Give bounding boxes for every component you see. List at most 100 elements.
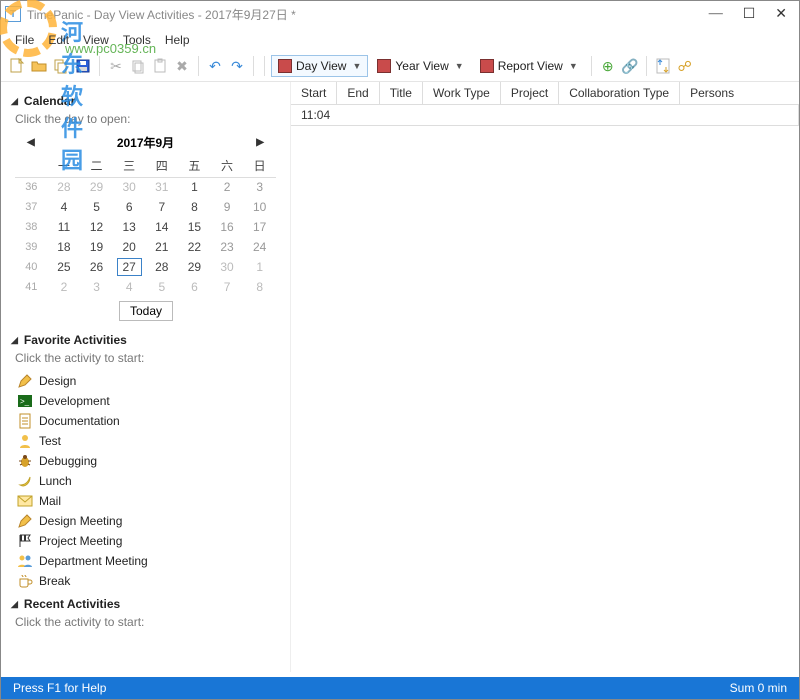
menu-file[interactable]: File (9, 31, 40, 49)
favorite-item[interactable]: Mail (17, 491, 280, 511)
recent-hint: Click the activity to start: (15, 615, 280, 629)
calendar-day[interactable]: 23 (211, 237, 244, 257)
calendar-day[interactable]: 29 (178, 257, 211, 277)
add-icon[interactable]: ⊕ (598, 56, 618, 76)
save-icon[interactable] (73, 56, 93, 76)
minimize-button[interactable]: — (709, 6, 723, 23)
favorite-item[interactable]: Design (17, 371, 280, 391)
new-icon[interactable] (7, 56, 27, 76)
calendar-day[interactable]: 28 (48, 177, 81, 197)
copy-icon[interactable] (51, 56, 71, 76)
calendar-day[interactable]: 6 (178, 277, 211, 297)
favorite-item[interactable]: Department Meeting (17, 551, 280, 571)
column-header[interactable]: Start (291, 82, 337, 104)
column-header[interactable]: Title (380, 82, 423, 104)
favorite-label: Department Meeting (39, 554, 148, 568)
calendar-day[interactable]: 20 (113, 237, 146, 257)
calendar-day[interactable]: 22 (178, 237, 211, 257)
calendar-day[interactable]: 6 (113, 197, 146, 217)
calendar-day[interactable]: 5 (80, 197, 113, 217)
close-button[interactable]: ✕ (775, 6, 787, 23)
menu-view[interactable]: View (77, 31, 115, 49)
redo-icon[interactable]: ↷ (227, 56, 247, 76)
calendar-day[interactable]: 19 (80, 237, 113, 257)
updown-icon[interactable] (653, 56, 673, 76)
recent-section-header[interactable]: ◢ Recent Activities (11, 597, 280, 611)
chain-icon[interactable]: ☍ (675, 56, 695, 76)
maximize-button[interactable]: ☐ (743, 6, 756, 23)
calendar-day[interactable]: 8 (243, 277, 276, 297)
calendar-day[interactable]: 7 (211, 277, 244, 297)
calendar-day[interactable]: 14 (146, 217, 179, 237)
calendar-day[interactable]: 8 (178, 197, 211, 217)
calendar-day[interactable]: 2 (211, 177, 244, 197)
calendar-day[interactable]: 13 (113, 217, 146, 237)
column-header[interactable]: Persons (680, 82, 744, 104)
day-view-button[interactable]: Day View ▼ (271, 55, 368, 77)
favorite-item[interactable]: Debugging (17, 451, 280, 471)
column-header[interactable]: Work Type (423, 82, 501, 104)
open-icon[interactable] (29, 56, 49, 76)
calendar-day[interactable]: 18 (48, 237, 81, 257)
calendar-day[interactable]: 15 (178, 217, 211, 237)
calendar-day[interactable]: 26 (80, 257, 113, 277)
calendar-day[interactable]: 28 (146, 257, 179, 277)
column-header[interactable]: End (337, 82, 379, 104)
menu-tools[interactable]: Tools (117, 31, 157, 49)
calendar-day[interactable]: 4 (113, 277, 146, 297)
favorite-item[interactable]: Lunch (17, 471, 280, 491)
today-button[interactable]: Today (119, 301, 173, 321)
calendar-day[interactable]: 30 (211, 257, 244, 277)
calendar-day[interactable]: 3 (243, 177, 276, 197)
menu-help[interactable]: Help (159, 31, 196, 49)
calendar-day[interactable]: 30 (113, 177, 146, 197)
calendar-day[interactable]: 11 (48, 217, 81, 237)
person-icon (17, 433, 33, 449)
calendar-day[interactable]: 4 (48, 197, 81, 217)
favorite-hint: Click the activity to start: (15, 351, 280, 365)
table-row[interactable]: 11:04 (291, 105, 799, 126)
favorite-item[interactable]: Project Meeting (17, 531, 280, 551)
calendar-day[interactable]: 17 (243, 217, 276, 237)
calendar-day[interactable]: 25 (48, 257, 81, 277)
cut-icon[interactable]: ✂ (106, 56, 126, 76)
calendar-section-header[interactable]: ◢ Calendar (11, 94, 280, 108)
column-header[interactable]: Project (501, 82, 559, 104)
calendar-day[interactable]: 9 (211, 197, 244, 217)
calendar-day[interactable]: 1 (243, 257, 276, 277)
report-view-button[interactable]: Report View ▼ (473, 55, 585, 77)
favorite-item[interactable]: Documentation (17, 411, 280, 431)
calendar-day[interactable]: 12 (80, 217, 113, 237)
undo-icon[interactable]: ↶ (205, 56, 225, 76)
calendar-day[interactable]: 21 (146, 237, 179, 257)
column-header[interactable]: Collaboration Type (559, 82, 680, 104)
next-month-button[interactable]: ▶ (256, 137, 264, 148)
calendar-day[interactable]: 31 (146, 177, 179, 197)
calendar-day[interactable]: 7 (146, 197, 179, 217)
calendar-day[interactable]: 24 (243, 237, 276, 257)
favorite-item[interactable]: Design Meeting (17, 511, 280, 531)
cup-icon (17, 573, 33, 589)
year-view-button[interactable]: Year View ▼ (370, 55, 470, 77)
prev-month-button[interactable]: ◀ (27, 137, 35, 148)
calendar-day[interactable]: 3 (80, 277, 113, 297)
paste-icon[interactable] (150, 56, 170, 76)
favorite-item[interactable]: Test (17, 431, 280, 451)
link-icon[interactable]: 🔗 (620, 56, 640, 76)
menu-edit[interactable]: Edit (42, 31, 75, 49)
calendar-grid[interactable]: 一二三四五六日362829303112337456789103811121314… (15, 157, 276, 297)
copy2-icon[interactable] (128, 56, 148, 76)
calendar-day[interactable]: 27 (113, 257, 146, 277)
calendar-day[interactable]: 1 (178, 177, 211, 197)
collapse-icon: ◢ (11, 335, 18, 346)
calendar-day[interactable]: 16 (211, 217, 244, 237)
calendar-day[interactable]: 5 (146, 277, 179, 297)
calendar-day[interactable]: 10 (243, 197, 276, 217)
calendar-day[interactable]: 2 (48, 277, 81, 297)
delete-icon[interactable]: ✖ (172, 56, 192, 76)
favorite-section-header[interactable]: ◢ Favorite Activities (11, 333, 280, 347)
calendar-day[interactable]: 29 (80, 177, 113, 197)
activities-grid-header[interactable]: StartEndTitleWork TypeProjectCollaborati… (291, 82, 799, 105)
favorite-item[interactable]: Break (17, 571, 280, 591)
favorite-item[interactable]: >_Development (17, 391, 280, 411)
